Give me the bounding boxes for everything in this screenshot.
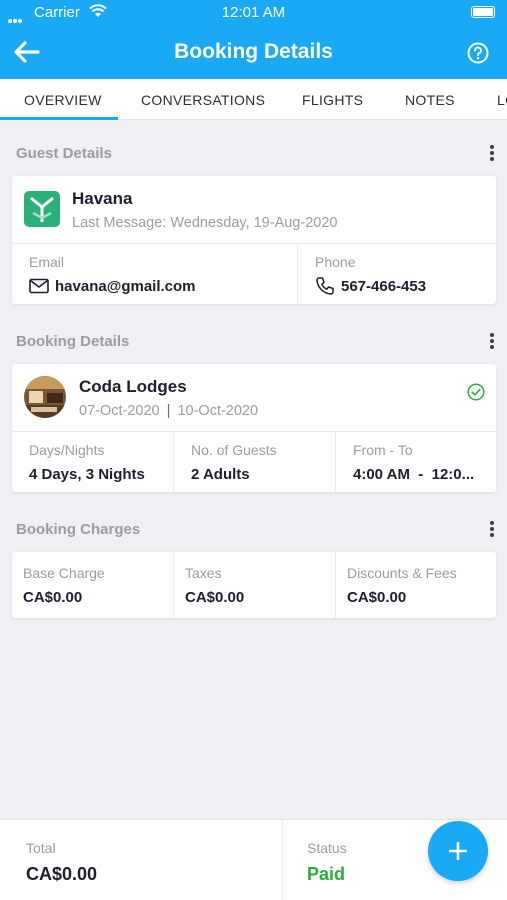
guest-section-title: Guest Details	[16, 145, 112, 162]
check-in-date: 07-Oct-2020	[79, 403, 160, 419]
clock: 12:01 AM	[221, 4, 286, 21]
tab-lo[interactable]: LO	[497, 92, 507, 108]
tab-flights[interactable]: FLIGHTS	[302, 92, 363, 108]
guest-last-message: Last Message: Wednesday, 19-Aug-2020	[72, 215, 338, 231]
from-to-value: 4:00 AM - 12:0...	[353, 466, 475, 483]
status-label: Status	[307, 840, 347, 856]
guest-phone[interactable]: 567-466-453	[341, 278, 426, 295]
charges-section-title: Booking Charges	[16, 521, 141, 538]
guests-value: 2 Adults	[191, 466, 250, 483]
guest-email[interactable]: havana@gmail.com	[55, 278, 196, 295]
taxes-label: Taxes	[185, 565, 222, 581]
days-label: Days/Nights	[29, 442, 105, 458]
days-value: 4 Days, 3 Nights	[29, 466, 145, 483]
email-label: Email	[29, 254, 65, 270]
guest-more-icon[interactable]	[489, 145, 495, 163]
help-icon[interactable]	[467, 42, 489, 64]
booking-section-title: Booking Details	[16, 333, 130, 350]
date-separator: |	[166, 403, 171, 419]
base-charge-label: Base Charge	[23, 565, 105, 581]
check-out-date: 10-Oct-2020	[177, 403, 259, 419]
phone-label: Phone	[315, 254, 356, 270]
confirmed-check-icon	[467, 383, 485, 401]
total-label: Total	[26, 840, 56, 856]
divider	[282, 820, 283, 900]
booking-dates: 07-Oct-2020 | 10-Oct-2020	[79, 403, 258, 419]
discounts-value: CA$0.00	[347, 589, 407, 606]
mail-icon	[29, 278, 49, 294]
charges-more-icon[interactable]	[489, 521, 495, 539]
add-button[interactable]	[428, 821, 488, 881]
from-to-label: From - To	[353, 442, 413, 458]
guest-logo-icon	[24, 191, 60, 227]
booking-more-icon[interactable]	[489, 333, 495, 351]
discounts-label: Discounts & Fees	[347, 565, 457, 581]
divider	[297, 243, 298, 304]
property-name: Coda Lodges	[79, 377, 187, 396]
tab-overview[interactable]: OVERVIEW	[24, 92, 102, 108]
guests-label: No. of Guests	[191, 442, 277, 458]
charges-card[interactable]: Base Charge CA$0.00 Taxes CA$0.00 Discou…	[12, 552, 496, 618]
taxes-value: CA$0.00	[185, 589, 245, 606]
divider	[173, 431, 174, 492]
property-photo	[24, 376, 66, 418]
nav-bar: Booking Details	[0, 26, 507, 79]
guest-card[interactable]: Havana Last Message: Wednesday, 19-Aug-2…	[12, 176, 496, 304]
phone-icon	[316, 277, 334, 295]
tab-bar: OVERVIEW CONVERSATIONS FLIGHTS NOTES LO	[0, 79, 507, 120]
divider	[335, 552, 336, 618]
plus-icon	[449, 842, 467, 860]
base-charge-value: CA$0.00	[23, 589, 83, 606]
tab-selected-indicator	[0, 117, 118, 120]
tab-notes[interactable]: NOTES	[405, 92, 455, 108]
divider	[173, 552, 174, 618]
total-value: CA$0.00	[26, 864, 98, 884]
status-bar: Carrier 12:01 AM	[0, 0, 507, 26]
guest-name: Havana	[72, 189, 133, 208]
status-value: Paid	[307, 864, 346, 884]
battery-icon	[471, 6, 495, 18]
tab-conversations[interactable]: CONVERSATIONS	[141, 92, 265, 108]
divider	[12, 431, 496, 432]
booking-card[interactable]: Coda Lodges 07-Oct-2020 | 10-Oct-2020 Da…	[12, 364, 496, 492]
divider	[335, 431, 336, 492]
page-title: Booking Details	[174, 40, 333, 63]
divider	[12, 243, 496, 244]
